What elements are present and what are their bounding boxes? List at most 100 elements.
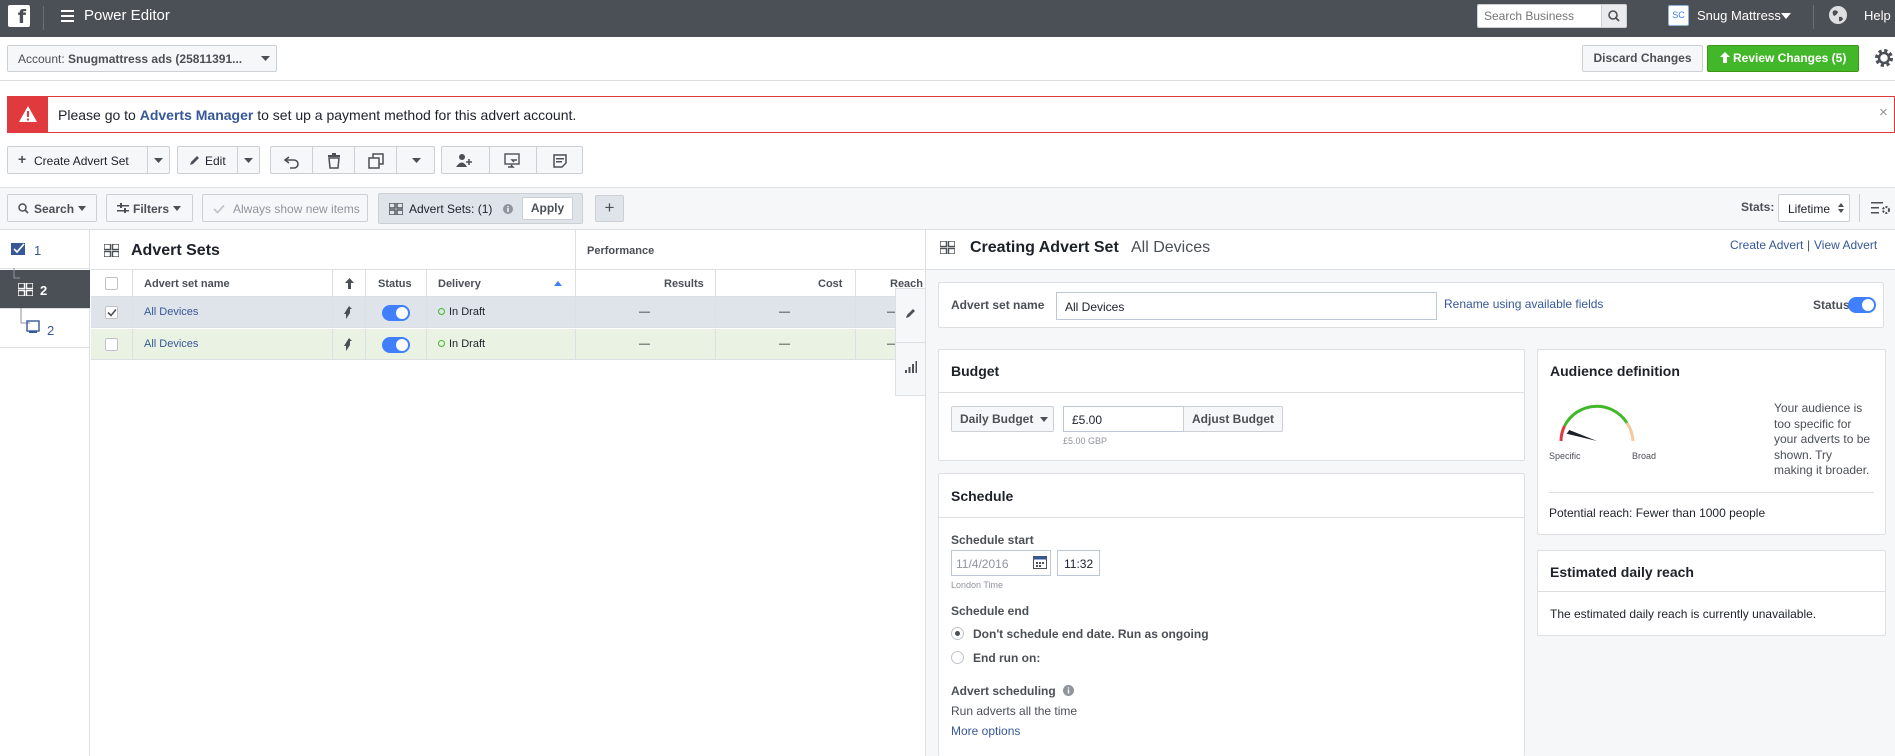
pencil-icon[interactable] [905,307,917,319]
discard-changes-button[interactable]: Discard Changes [1582,45,1703,72]
column-header-name[interactable]: Advert set name [144,278,230,290]
undo-icon[interactable] [284,153,300,169]
divider [365,329,366,360]
account-selector[interactable]: Account: Snugmattress ads (25811391... [7,45,277,72]
divider [575,329,576,360]
drag-handle-icon[interactable] [343,305,354,320]
end-run-radio[interactable] [951,651,964,664]
always-show-new-items-toggle[interactable]: Always show new items [202,194,368,222]
divider [575,270,576,297]
business-avatar[interactable]: SC [1668,5,1689,26]
rail-item-campaigns[interactable]: 1 [0,230,90,269]
rail-item-adverts[interactable]: 2 [0,308,90,348]
alert-text-after: to set up a payment method for this adve… [253,107,577,123]
chevron-down-icon[interactable] [154,158,163,163]
filters-button[interactable]: Filters [106,194,193,222]
add-filter-button[interactable]: + [595,195,624,222]
adjust-budget-button[interactable]: Adjust Budget [1183,406,1283,432]
divider [1813,5,1814,29]
stats-range-select[interactable]: Lifetime [1778,194,1850,222]
select-all-checkbox[interactable] [105,277,118,290]
create-advert-link[interactable]: Create Advert [1730,238,1803,252]
divider [575,297,576,328]
apply-button[interactable]: Apply [522,197,573,220]
duplicate-icon[interactable] [368,153,384,169]
trash-icon[interactable] [326,153,342,169]
column-header-delivery[interactable]: Delivery [438,278,481,290]
checkmark-icon [213,204,225,214]
results-value: — [639,338,650,350]
link-divider: | [1807,238,1811,252]
schedule-start-time-input[interactable]: 11:32 [1057,550,1100,576]
advert-set-name-card: Advert set name All Devices Rename using… [938,282,1884,328]
menu-icon[interactable] [61,9,75,23]
advert-set-name-link[interactable]: All Devices [144,338,198,350]
drag-handle-icon[interactable] [343,337,354,352]
bar-chart-icon[interactable] [905,361,917,373]
chevron-down-icon[interactable] [244,158,253,163]
divider [896,342,926,343]
globe-icon[interactable] [1828,5,1848,25]
sort-up-icon[interactable] [554,281,562,286]
rail-item-count: 2 [47,323,55,338]
rail-item-advert-sets[interactable]: 2 [0,268,90,309]
divider [332,270,333,297]
advert-set-name-link[interactable]: All Devices [144,306,198,318]
info-icon[interactable] [1063,685,1074,696]
adverts-manager-link[interactable]: Adverts Manager [140,107,254,123]
info-icon[interactable] [503,204,513,214]
sort-arrow-icon[interactable] [345,278,354,289]
divider [332,329,333,360]
rail-item-count: 2 [40,283,48,298]
close-icon[interactable]: × [1879,104,1888,121]
status-toggle[interactable] [382,305,410,321]
view-advert-link[interactable]: View Advert [1814,238,1877,252]
row-checkbox[interactable] [105,338,118,351]
more-options-link[interactable]: More options [951,724,1020,738]
search-label: Search [34,202,75,216]
review-changes-label: Review Changes (5) [1732,51,1847,65]
status-toggle[interactable] [382,337,410,353]
column-header-cost[interactable]: Cost [818,278,842,290]
swap-icon[interactable] [504,153,522,169]
advert-set-name-input[interactable]: All Devices [1056,292,1437,320]
end-run-label[interactable]: End run on: [973,651,1040,665]
warning-icon [8,97,48,132]
editor-header: Creating Advert Set All Devices Create A… [926,230,1895,270]
column-header-results[interactable]: Results [664,278,704,290]
alert-text-before: Please go to [58,107,140,123]
table-row[interactable]: All Devices In Draft — — — [91,297,924,328]
chevron-down-icon[interactable] [412,158,421,163]
run-ongoing-radio[interactable] [951,627,964,640]
report-icon[interactable] [553,154,567,168]
create-advert-set-button[interactable]: + Create Advert Set [7,146,170,174]
potential-reach: Potential reach: Fewer than 1000 people [1549,506,1766,520]
calendar-icon[interactable] [1033,556,1047,569]
budget-type-select[interactable]: Daily Budget [951,406,1054,432]
edit-button[interactable]: Edit [177,146,260,174]
budget-amount-input[interactable]: £5.00 [1063,406,1184,432]
gear-icon[interactable] [1873,47,1895,69]
cost-value: — [779,306,790,318]
rename-using-fields-link[interactable]: Rename using available fields [1444,297,1603,311]
advert-set-editor: Creating Advert Set All Devices Create A… [925,230,1895,756]
business-name[interactable]: Snug Mattress [1697,8,1781,23]
audience-icon[interactable] [456,153,474,169]
column-header-status[interactable]: Status [378,278,412,290]
search-icon[interactable] [1601,5,1626,27]
table-header-row: Advert set name Status Delivery Results … [91,270,924,297]
divider [312,147,313,173]
chevron-down-icon[interactable] [1781,13,1791,19]
status-toggle[interactable] [1848,297,1876,313]
advert-sets-filter-chip[interactable]: Advert Sets: (1) Apply [378,193,583,224]
row-checkbox[interactable] [105,306,118,319]
review-changes-button[interactable]: Review Changes (5) [1707,45,1859,72]
estimated-title: Estimated daily reach [1550,564,1694,580]
run-ongoing-label[interactable]: Don't schedule end date. Run as ongoing [973,627,1209,641]
app-title[interactable]: Power Editor [84,7,170,24]
table-row[interactable]: All Devices In Draft — — — [91,329,924,360]
column-settings-button[interactable] [1859,194,1895,222]
search-button[interactable]: Search [7,194,97,222]
help-link[interactable]: Help [1864,8,1891,23]
facebook-logo[interactable]: f [8,5,30,28]
